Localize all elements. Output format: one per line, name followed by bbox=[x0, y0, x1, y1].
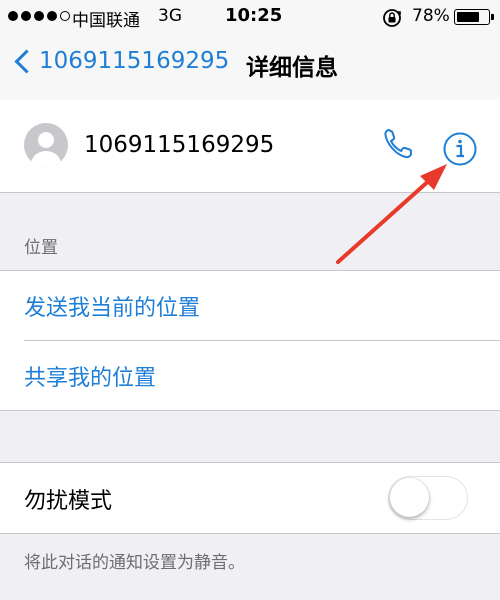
do-not-disturb-toggle[interactable] bbox=[388, 476, 468, 520]
status-time: 10:25 bbox=[225, 5, 283, 26]
send-current-location-label: 发送我当前的位置 bbox=[24, 295, 201, 321]
send-current-location-button[interactable]: 发送我当前的位置 bbox=[24, 271, 500, 340]
battery-percent: 78% bbox=[412, 6, 450, 26]
contact-number: 1069115169295 bbox=[84, 132, 275, 158]
page-title: 详细信息 bbox=[246, 55, 338, 81]
navigation-bar: 1069115169295 详细信息 bbox=[0, 34, 500, 101]
do-not-disturb-footer: 将此对话的通知设置为静音。 bbox=[24, 553, 245, 573]
location-section-header: 位置 bbox=[24, 238, 58, 258]
network-type: 3G bbox=[158, 6, 182, 26]
phone-icon[interactable] bbox=[378, 124, 418, 164]
carrier-name: 中国联通 bbox=[72, 11, 140, 31]
back-button-label: 1069115169295 bbox=[39, 48, 230, 74]
contact-row: 1069115169295 bbox=[0, 100, 500, 193]
signal-strength-icon bbox=[8, 11, 70, 21]
back-button[interactable]: 1069115169295 bbox=[6, 48, 229, 74]
info-icon[interactable] bbox=[442, 131, 478, 167]
chevron-left-icon bbox=[14, 48, 39, 74]
share-my-location-button[interactable]: 共享我的位置 bbox=[24, 341, 500, 410]
share-my-location-label: 共享我的位置 bbox=[24, 365, 157, 391]
do-not-disturb-row: 勿扰模式 bbox=[0, 462, 500, 534]
rotation-lock-icon bbox=[383, 9, 401, 27]
toggle-knob bbox=[390, 478, 429, 517]
do-not-disturb-label: 勿扰模式 bbox=[24, 489, 113, 514]
avatar bbox=[24, 123, 68, 167]
status-bar: 中国联通 3G 10:25 78% bbox=[0, 0, 500, 34]
location-options: 发送我当前的位置 共享我的位置 bbox=[0, 270, 500, 411]
battery-icon bbox=[454, 9, 494, 25]
